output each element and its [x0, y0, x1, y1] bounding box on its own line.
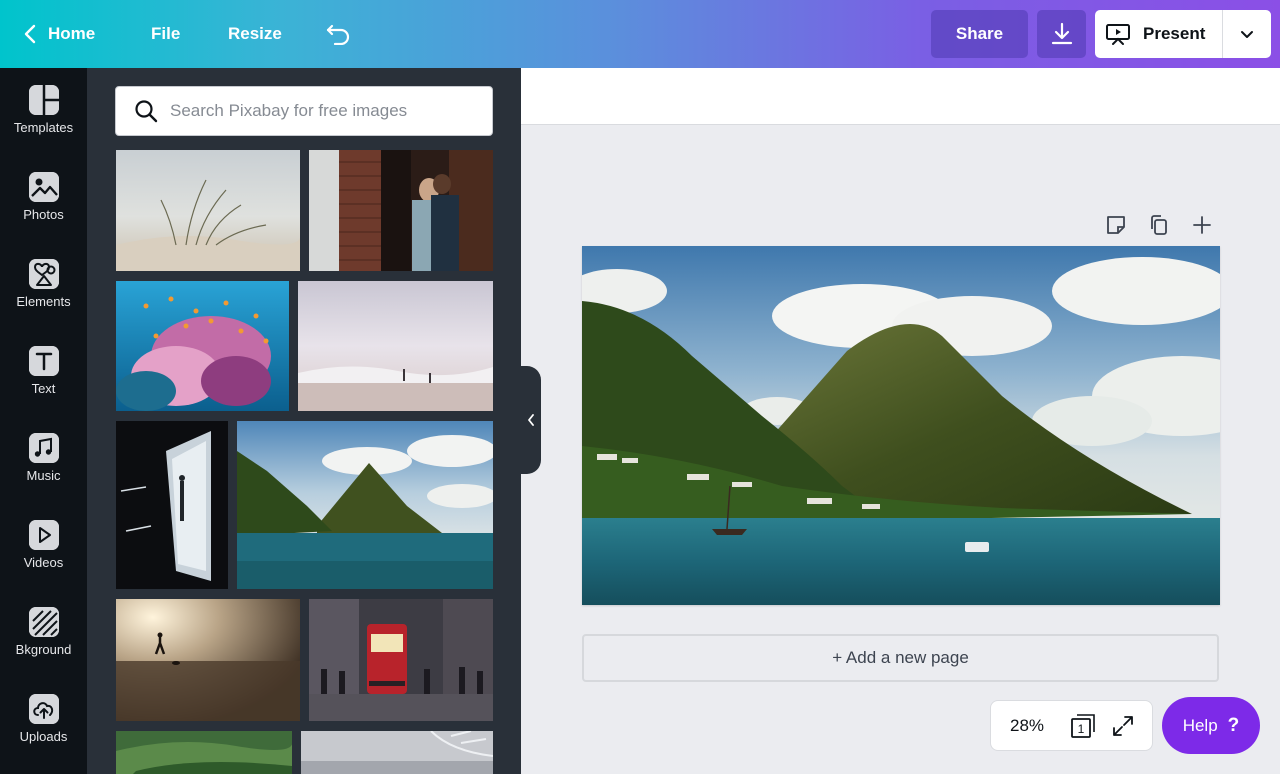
help-label: Help — [1182, 715, 1218, 735]
file-menu-button[interactable]: File — [151, 0, 180, 68]
home-label: Home — [48, 24, 96, 43]
chevron-left-icon — [528, 414, 534, 426]
duplicate-page-button[interactable] — [1146, 212, 1172, 238]
page-grid-button[interactable]: 1 — [1063, 706, 1103, 746]
search-icon — [135, 100, 158, 123]
photo-thumbnail-mirror-silhouette[interactable] — [116, 421, 228, 589]
rail-item-videos[interactable]: Videos — [0, 503, 87, 581]
fullscreen-button[interactable] — [1103, 706, 1143, 746]
top-bar: Home File Resize Share Present — [0, 0, 1280, 68]
photo-thumbnail-mountain-bay[interactable] — [237, 421, 493, 589]
photo-thumbnail-red-tram[interactable] — [309, 599, 493, 721]
rail-item-elements[interactable]: Elements — [0, 242, 87, 320]
rail-label: Text — [31, 381, 56, 396]
home-button[interactable]: Home — [24, 0, 95, 68]
videos-icon — [28, 520, 59, 550]
photos-icon — [28, 172, 59, 202]
present-button[interactable]: Present — [1095, 10, 1223, 58]
photo-thumbnail-coral-reef[interactable] — [116, 281, 289, 411]
add-page-icon-button[interactable] — [1189, 212, 1215, 238]
collapse-panel-button[interactable] — [521, 366, 541, 474]
background-icon — [28, 607, 59, 637]
search-box[interactable] — [115, 86, 493, 136]
rail-label: Music — [26, 468, 61, 483]
resize-button[interactable]: Resize — [228, 0, 282, 68]
photo-thumbnail-beach-runners[interactable] — [298, 281, 493, 411]
rail-item-photos[interactable]: Photos — [0, 155, 87, 233]
expand-icon — [1113, 715, 1133, 736]
rail-item-uploads[interactable]: Uploads — [0, 677, 87, 755]
undo-button[interactable] — [326, 0, 352, 68]
question-icon: ? — [1227, 714, 1240, 736]
rail-label: Templates — [13, 120, 74, 135]
download-icon — [1051, 22, 1072, 45]
add-note-button[interactable] — [1103, 212, 1129, 238]
rail-label: Elements — [16, 294, 71, 309]
photo-thumbnail-sunset-walker[interactable] — [116, 599, 300, 721]
note-icon — [1107, 216, 1125, 234]
share-button[interactable]: Share — [931, 10, 1028, 58]
editor-toolbar — [521, 68, 1280, 125]
search-input[interactable] — [170, 101, 470, 121]
photo-thumbnail-beach-grass[interactable] — [116, 150, 300, 271]
photos-panel — [87, 68, 521, 774]
help-button[interactable]: Help ? — [1162, 697, 1260, 754]
add-new-page-button[interactable]: + Add a new page — [582, 634, 1219, 682]
rail-item-text[interactable]: Text — [0, 329, 87, 407]
rail-item-background[interactable]: Bkground — [0, 590, 87, 668]
present-options-button[interactable] — [1223, 10, 1271, 58]
chevron-left-icon — [24, 24, 36, 44]
side-nav: Templates Photos Elements Text Music Vid… — [0, 68, 87, 774]
copy-icon — [1151, 215, 1167, 235]
rail-label: Uploads — [19, 729, 68, 744]
present-label: Present — [1143, 24, 1206, 43]
zoom-level[interactable]: 28% — [991, 716, 1063, 736]
rail-label: Bkground — [15, 642, 72, 657]
rail-item-music[interactable]: Music — [0, 416, 87, 494]
text-icon — [28, 346, 59, 376]
templates-icon — [28, 85, 59, 115]
uploads-icon — [28, 694, 59, 724]
photo-thumbnail-green-fields[interactable] — [116, 731, 292, 774]
zoom-controls: 28% 1 — [990, 700, 1153, 751]
elements-icon — [28, 259, 59, 289]
present-icon — [1106, 24, 1130, 45]
rail-item-templates[interactable]: Templates — [0, 68, 87, 146]
present-group: Present — [1095, 10, 1271, 58]
rail-label: Photos — [23, 207, 64, 222]
download-button[interactable] — [1037, 10, 1086, 58]
music-icon — [28, 433, 59, 463]
page-count: 1 — [1078, 722, 1085, 736]
photo-thumbnail-frosty-branches[interactable] — [301, 731, 493, 774]
pages-icon: 1 — [1071, 713, 1095, 738]
chevron-down-icon — [1241, 30, 1253, 38]
rail-label: Videos — [23, 555, 64, 570]
undo-icon — [326, 24, 350, 45]
plus-icon — [1193, 216, 1211, 234]
photo-thumbnail-couple[interactable] — [309, 150, 493, 271]
design-page-image[interactable] — [582, 246, 1220, 605]
